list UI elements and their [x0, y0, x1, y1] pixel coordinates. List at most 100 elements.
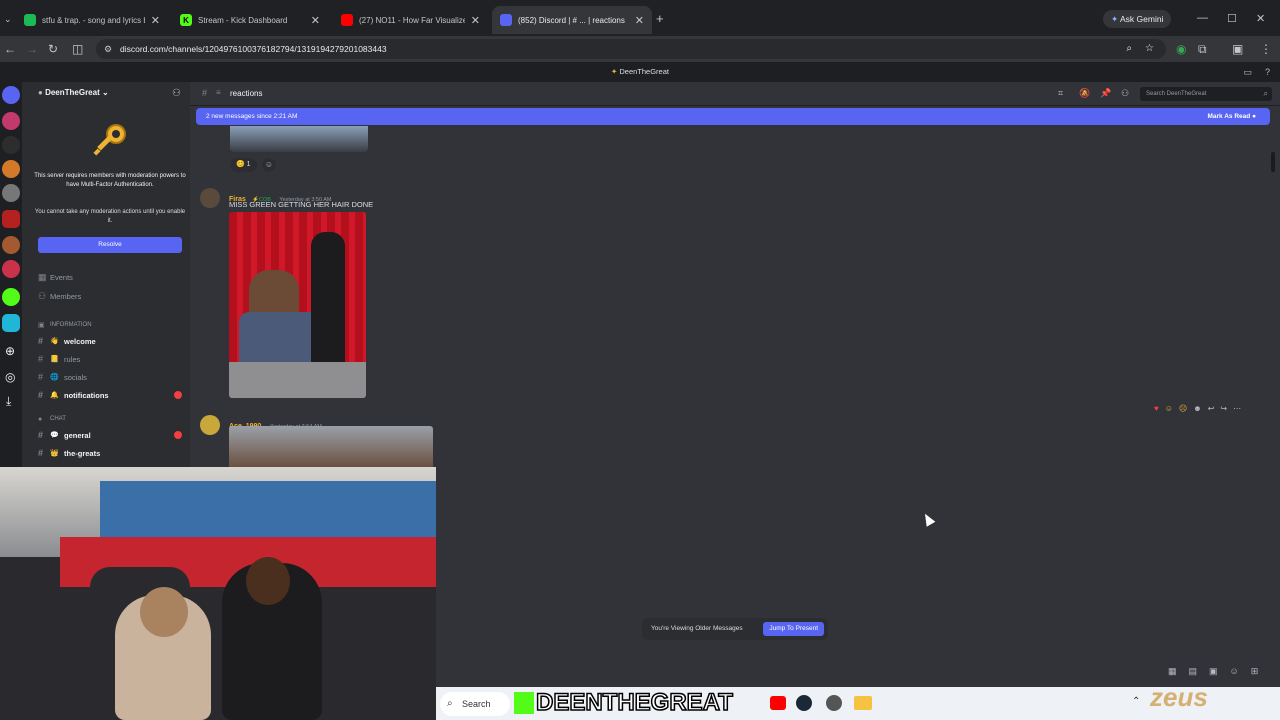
boxing-ring [100, 481, 436, 541]
channel-notifications[interactable]: # 🔔 notifications [38, 387, 188, 403]
add-server-icon[interactable]: ⊕ [5, 344, 15, 358]
gift-icon[interactable]: ▦ [1168, 666, 1177, 677]
channel-rules[interactable]: # 📒 rules [38, 351, 188, 367]
channel-welcome[interactable]: # 👋 welcome [38, 333, 188, 349]
inbox-icon[interactable]: ▭ [1243, 62, 1252, 82]
menu-kebab-icon[interactable]: ⋮ [1260, 42, 1272, 56]
extensions-puzzle-icon[interactable]: ⧉ [1198, 42, 1207, 57]
member-list-icon[interactable]: ⚇ [1121, 88, 1129, 99]
mfa-notice: This server requires members with modera… [34, 173, 186, 188]
ask-gemini-button[interactable]: ✦ Ask Gemini [1103, 10, 1172, 28]
search-icon: ⌕ [1263, 89, 1268, 98]
taskbar-search[interactable]: ⌕ Search [440, 692, 510, 716]
bookmark-star-icon[interactable]: ☆ [1145, 39, 1154, 59]
site-info-icon[interactable]: ⚙ [104, 39, 112, 59]
channel-socials[interactable]: # 🌐 socials [38, 369, 188, 385]
tab-discord[interactable]: (852) Discord | # ... | reactions ✕ [492, 6, 652, 34]
forward-icon[interactable]: ↪ [1220, 404, 1227, 418]
invite-people-icon[interactable]: ⚇ [172, 88, 181, 99]
avatar[interactable] [200, 415, 220, 435]
avatar[interactable] [200, 188, 220, 208]
tab-list-chevron-icon[interactable]: ⌄ [4, 14, 12, 25]
forward-icon[interactable]: → [26, 42, 38, 56]
gemini-icon: ✦ [1111, 14, 1121, 24]
previous-attachment-image[interactable] [230, 126, 368, 152]
server-icon[interactable] [2, 260, 20, 278]
resolve-button[interactable]: Resolve [38, 237, 182, 253]
close-window-icon[interactable]: ✕ [1256, 12, 1265, 25]
minimize-icon[interactable]: — [1197, 12, 1208, 24]
download-icon[interactable]: ⤓ [6, 394, 11, 409]
scrollbar-thumb[interactable] [1271, 152, 1275, 172]
mark-as-read-button[interactable]: Mark As Read ● [1208, 108, 1257, 125]
close-icon[interactable]: ✕ [635, 14, 644, 27]
laugh-reaction-icon[interactable]: ☺ [1165, 404, 1173, 418]
close-icon[interactable]: ✕ [311, 14, 320, 27]
channel-label: the-greats [64, 448, 101, 458]
more-icon[interactable]: ⋯ [1233, 404, 1241, 418]
older-messages-text: You're Viewing Older Messages [651, 625, 743, 632]
youtube-taskbar-icon[interactable] [770, 696, 786, 710]
server-icon[interactable] [2, 160, 20, 178]
obs-taskbar-icon[interactable] [826, 695, 842, 711]
tab-label: (852) Discord | # ... | reactions [518, 15, 625, 25]
profile-avatar-icon[interactable]: ▣ [1232, 42, 1243, 56]
search-input[interactable]: Search DeenTheGreat ⌕ [1140, 87, 1272, 101]
mute-bell-icon[interactable]: 🔕 [1079, 88, 1090, 99]
server-icon[interactable] [2, 236, 20, 254]
server-icon[interactable] [2, 136, 20, 154]
close-icon[interactable]: ✕ [151, 14, 160, 27]
extension-icon[interactable]: ◉ [1176, 42, 1186, 56]
sidebar-item-members[interactable]: ⚇ Members [38, 288, 188, 304]
server-icon[interactable] [2, 288, 20, 306]
attachment-image[interactable] [229, 426, 433, 467]
direct-messages-icon[interactable] [2, 86, 20, 104]
category-information[interactable]: ▣ INFORMATION [38, 317, 188, 333]
back-icon[interactable]: ← [4, 42, 16, 56]
add-reaction-icon[interactable]: ☺ [262, 158, 276, 172]
emoji-icon[interactable]: ☺ [1230, 666, 1239, 677]
cry-reaction-icon[interactable]: ☹ [1179, 404, 1187, 418]
reply-icon[interactable]: ↩ [1208, 404, 1215, 418]
apps-icon[interactable]: ⊞ [1251, 666, 1259, 677]
zoom-icon[interactable]: ⌕ [1126, 39, 1132, 59]
mark-as-read-label: Mark As Read [1207, 113, 1251, 120]
threads-icon[interactable]: ⌗ [1058, 88, 1063, 99]
tab-spotify[interactable]: stfu & trap. - song and lyrics by ✕ [16, 6, 168, 34]
sidebar-item-events[interactable]: ▦ Events [38, 269, 188, 285]
server-icon[interactable] [2, 184, 20, 202]
tray-chevron-icon[interactable]: ⌃ [1132, 696, 1140, 707]
gif-icon[interactable]: ▤ [1189, 666, 1198, 677]
tab-kick-dashboard[interactable]: K Stream - Kick Dashboard ✕ [172, 6, 328, 34]
channel-emoji: 👑 [50, 450, 59, 457]
steam-taskbar-icon[interactable] [796, 695, 812, 711]
channel-general[interactable]: # 💬 general [38, 427, 188, 443]
category-chat[interactable]: ● CHAT [38, 411, 188, 427]
new-tab-button[interactable]: + [656, 11, 664, 26]
server-status-dot: ● [38, 88, 46, 97]
server-icon[interactable] [2, 112, 20, 130]
help-icon[interactable]: ? [1265, 62, 1270, 82]
server-icon-active[interactable] [2, 210, 20, 228]
heart-reaction-icon[interactable]: ♥ [1154, 404, 1159, 418]
jump-to-present-button[interactable]: Jump To Present [763, 622, 824, 636]
address-bar[interactable]: ⚙ discord.com/channels/12049761003761827… [96, 39, 1166, 59]
maximize-icon[interactable]: ☐ [1227, 12, 1237, 25]
standing-person [311, 232, 345, 382]
sticker-icon[interactable]: ▣ [1209, 666, 1218, 677]
channel-the-greats[interactable]: # 👑 the-greats [38, 445, 188, 461]
new-messages-bar[interactable]: 2 new messages since 2:21 AM Mark As Rea… [196, 108, 1270, 125]
new-messages-text: 2 new messages since 2:21 AM [206, 113, 298, 120]
discover-icon[interactable]: ◎ [5, 370, 15, 384]
close-icon[interactable]: ✕ [471, 14, 480, 27]
split-view-icon[interactable]: ◫ [72, 42, 83, 56]
reload-icon[interactable]: ↻ [48, 42, 58, 56]
server-icon[interactable] [2, 314, 20, 332]
reaction-chip[interactable]: 😊 1 [230, 158, 257, 172]
add-reaction-icon[interactable]: ☻ [1193, 404, 1201, 418]
attachment-image[interactable] [229, 212, 366, 398]
pin-icon[interactable]: 📌 [1100, 88, 1111, 99]
file-explorer-taskbar-icon[interactable] [854, 696, 872, 710]
tab-youtube[interactable]: (27) NO11 - How Far Visualize ✕ [333, 6, 488, 34]
server-name-button[interactable]: ● DeenTheGreat ⌄ [38, 88, 109, 97]
